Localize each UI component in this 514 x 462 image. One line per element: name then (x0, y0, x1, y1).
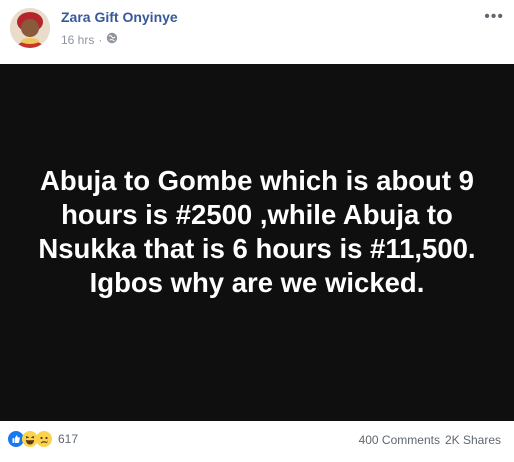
comments-count[interactable]: 400 Comments (359, 433, 440, 447)
author-name[interactable]: Zara Gift Onyinye (61, 9, 178, 25)
meta-separator: · (98, 32, 103, 47)
avatar[interactable] (10, 8, 50, 48)
post-text: Abuja to Gombe which is about 9 hours is… (38, 164, 476, 298)
engagement-stats: 400 Comments 2K Shares (359, 433, 501, 447)
more-options-icon[interactable]: ••• (484, 8, 504, 26)
reaction-count[interactable]: 617 (58, 432, 78, 446)
globe-icon[interactable] (106, 32, 118, 47)
reactions-summary[interactable]: 617 (8, 431, 78, 447)
sad-icon (36, 431, 52, 447)
post-header: Zara Gift Onyinye 16 hrs · ••• (0, 0, 514, 64)
shares-count[interactable]: 2K Shares (445, 433, 501, 447)
post-footer: 617 400 Comments 2K Shares (0, 421, 514, 462)
post-image: Abuja to Gombe which is about 9 hours is… (0, 64, 514, 421)
post-time[interactable]: 16 hrs (61, 33, 94, 47)
post-meta: 16 hrs · (61, 32, 118, 47)
